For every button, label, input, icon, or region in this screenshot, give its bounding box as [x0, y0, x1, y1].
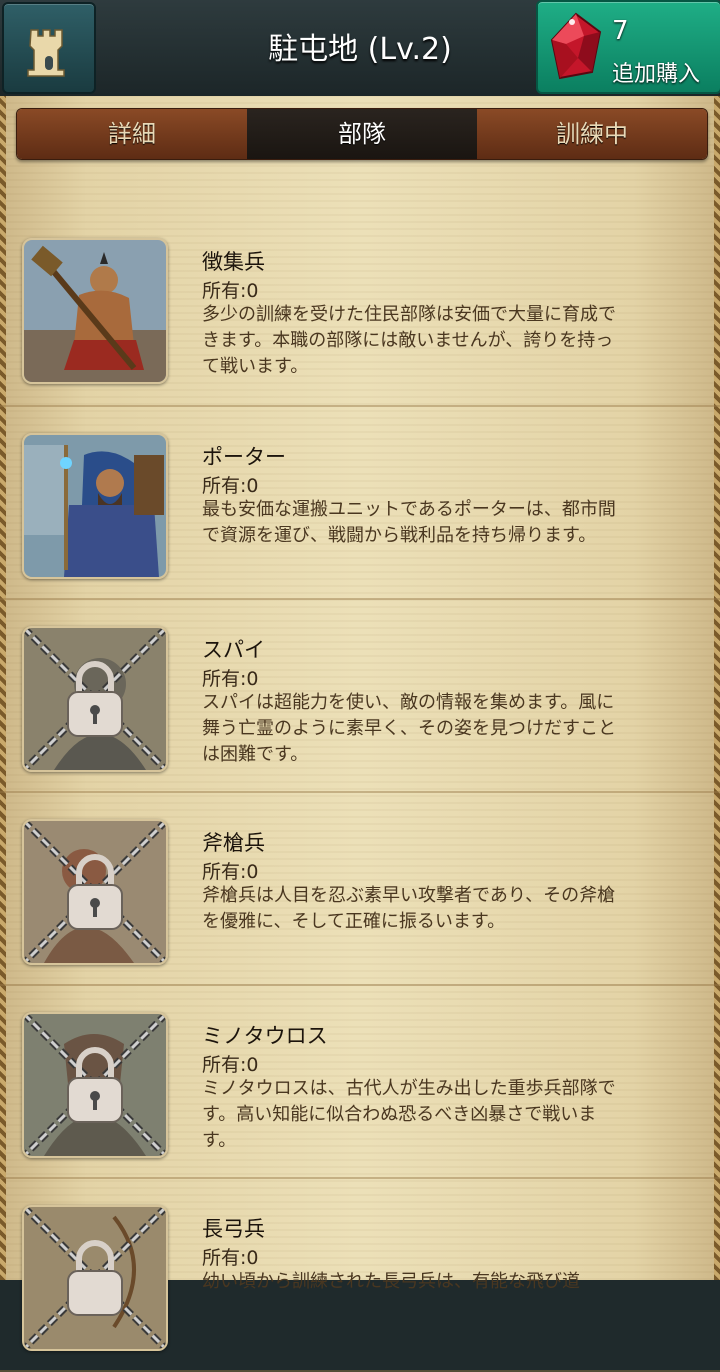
lock-icon [24, 1014, 166, 1156]
buy-label: 追加購入 [612, 62, 701, 87]
troop-description: ミノタウロスは、古代人が生み出した重歩兵部隊です。高い知能に似合わぬ恐るべき凶暴… [202, 1078, 616, 1151]
lock-icon [24, 628, 166, 770]
list-item[interactable]: ポーター 所有:0 最も安価な運搬ユニットであるポーターは、都市間で資源を運び、… [0, 407, 720, 600]
troop-name: 斧槍兵 [202, 831, 265, 855]
buy-gems-button[interactable]: 7 追加購入 [536, 0, 720, 94]
tab-training[interactable]: 訓練中 [477, 109, 707, 159]
home-button[interactable] [2, 2, 96, 94]
lock-icon [24, 821, 166, 963]
red-gem-icon [550, 12, 602, 80]
troop-owned: 所有:0 [202, 1054, 259, 1076]
troop-name: ミノタウロス [202, 1024, 328, 1048]
list-item[interactable]: 斧槍兵 所有:0 斧槍兵は人目を忍ぶ素早い攻撃者であり、その斧槍を優雅に、そして… [0, 793, 720, 986]
troop-name: スパイ [202, 638, 265, 662]
troop-description: 幼い頃から訓練された長弓兵は、有能な飛び道 [202, 1271, 580, 1292]
page-title: 駐屯地 (Lv.2) [268, 32, 452, 67]
list-item[interactable]: ミノタウロス 所有:0 ミノタウロスは、古代人が生み出した重歩兵部隊です。高い知… [0, 986, 720, 1179]
troop-description: 多少の訓練を受けた住民部隊は安価で大量に育成できます。本職の部隊には敵いませんが… [202, 304, 616, 377]
list-item[interactable]: 徴集兵 所有:0 多少の訓練を受けた住民部隊は安価で大量に育成できます。本職の部… [0, 212, 720, 407]
troop-owned: 所有:0 [202, 668, 259, 690]
top-bar: 駐屯地 (Lv.2) 7 追加購入 [0, 0, 720, 98]
list-item[interactable]: 長弓兵 所有:0 幼い頃から訓練された長弓兵は、有能な飛び道 [0, 1179, 720, 1372]
troop-owned: 所有:0 [202, 861, 259, 883]
troop-owned: 所有:0 [202, 475, 259, 497]
troop-description: 斧槍兵は人目を忍ぶ素早い攻撃者であり、その斧槍を優雅に、そして正確に振るいます。 [202, 885, 616, 932]
troop-name: 徴集兵 [202, 250, 265, 274]
castle-tower-icon [27, 29, 65, 77]
tab-troops[interactable]: 部隊 [247, 109, 477, 159]
list-item[interactable]: スパイ 所有:0 スパイは超能力を使い、敵の情報を集めます。風に舞う亡霊のように… [0, 600, 720, 793]
troop-name: ポーター [202, 445, 286, 469]
troop-name: 長弓兵 [202, 1217, 265, 1241]
lock-icon [24, 1207, 166, 1349]
troop-portrait [22, 819, 168, 965]
tab-bar: 詳細 部隊 訓練中 [16, 108, 708, 160]
tab-details[interactable]: 詳細 [17, 109, 247, 159]
troop-portrait [22, 626, 168, 772]
troop-description: スパイは超能力を使い、敵の情報を集めます。風に舞う亡霊のように素早く、その姿を見… [202, 692, 616, 765]
troop-portrait [22, 1012, 168, 1158]
troop-portrait [22, 1205, 168, 1351]
troop-portrait [22, 238, 168, 384]
troop-portrait [22, 433, 168, 579]
gem-count: 7 [612, 16, 629, 46]
troop-list[interactable]: 徴集兵 所有:0 多少の訓練を受けた住民部隊は安価で大量に育成できます。本職の部… [0, 212, 720, 1372]
troop-owned: 所有:0 [202, 1247, 259, 1269]
troop-owned: 所有:0 [202, 280, 259, 302]
troop-description: 最も安価な運搬ユニットであるポーターは、都市間で資源を運び、戦闘から戦利品を持ち… [202, 499, 616, 546]
